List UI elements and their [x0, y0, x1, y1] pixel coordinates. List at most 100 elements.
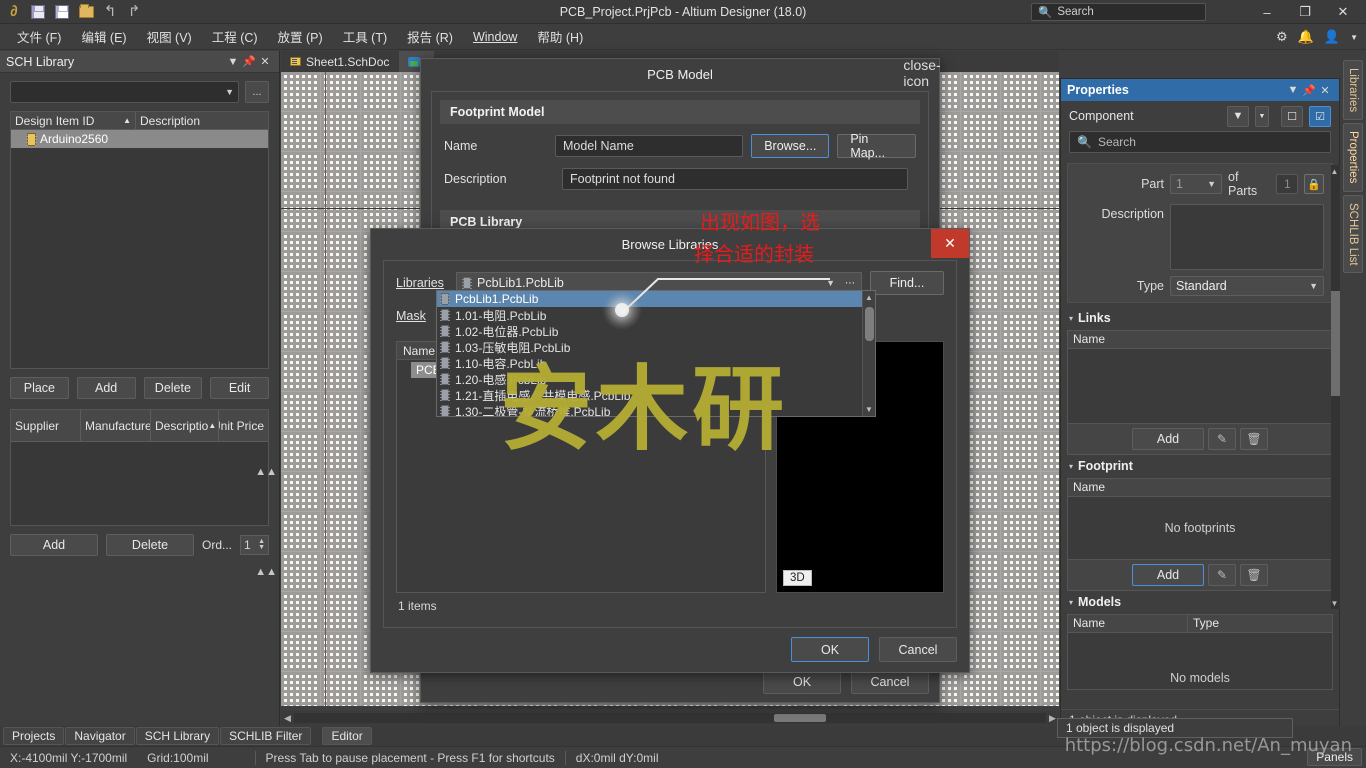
type-select[interactable]: Standard ▼ [1170, 276, 1324, 296]
dropdown-option[interactable]: 1.03-压敏电阻.PcbLib [437, 339, 875, 355]
minimize-button[interactable]: – [1248, 0, 1286, 24]
menu-help[interactable]: 帮助 (H) [528, 24, 592, 49]
edit-button[interactable]: Edit [210, 377, 269, 399]
library-options-button[interactable]: ... [245, 81, 269, 103]
dropdown-option[interactable]: 1.21-直插电感、共模电感.PcbLib [437, 387, 875, 403]
scroll-thumb[interactable] [1331, 291, 1340, 396]
chevron-down-icon[interactable]: ▼ [1285, 82, 1301, 98]
menu-place[interactable]: 放置 (P) [269, 24, 332, 49]
menu-window[interactable]: Window [464, 27, 526, 47]
library-filter-combo[interactable]: ▼ [10, 81, 239, 103]
scroll-down-icon[interactable]: ▼ [863, 403, 875, 416]
panel-tab-editor[interactable]: Editor [322, 727, 372, 745]
column-description[interactable]: Descriptio ▲ [151, 410, 219, 441]
column-name[interactable]: Name [1068, 479, 1332, 496]
close-icon[interactable]: ✕ [931, 229, 969, 258]
footprint-name-input[interactable]: Model Name [554, 135, 744, 157]
scroll-up-icon[interactable]: ▲ [863, 291, 875, 304]
column-supplier[interactable]: Supplier [11, 410, 81, 441]
chevron-down-icon[interactable]: ▼ [225, 54, 241, 70]
menu-file[interactable]: 文件 (F) [8, 24, 70, 49]
lock-icon[interactable]: 🔒 [1304, 174, 1324, 194]
column-unit-price[interactable]: Unit Price [219, 410, 268, 441]
panel-tab-schlib-filter[interactable]: SCHLIB Filter [220, 727, 312, 745]
user-icon[interactable]: 👤 [1324, 29, 1340, 45]
table-row[interactable]: Arduino2560 [11, 130, 268, 148]
properties-vertical-scrollbar[interactable] [1331, 165, 1340, 609]
collapse-icon[interactable]: ▲▲ [255, 466, 277, 478]
dropdown-option[interactable]: 1.01-电阻.PcbLib [437, 307, 875, 323]
footprint-description-input[interactable]: Footprint not found [562, 168, 908, 190]
menu-project[interactable]: 工程 (C) [203, 24, 267, 49]
place-button[interactable]: Place [10, 377, 69, 399]
dropdown-option[interactable]: PcbLib1.PcbLib [437, 291, 875, 307]
browse-cancel-button[interactable]: Cancel [879, 637, 957, 662]
footprint-section-title[interactable]: ▾ Footprint [1069, 459, 1333, 473]
links-section-title[interactable]: ▾ Links [1069, 311, 1333, 325]
models-section-title[interactable]: ▾ Models [1069, 595, 1333, 609]
global-search-input[interactable]: 🔍 Search [1031, 3, 1206, 21]
maximize-button[interactable]: ❐ [1286, 0, 1324, 24]
column-type[interactable]: Type [1188, 615, 1332, 632]
canvas-horizontal-scrollbar[interactable]: ◀ ▶ [281, 711, 1059, 725]
tab-sheet1-schdoc[interactable]: Sheet1.SchDoc [281, 51, 399, 72]
dropdown-option[interactable]: 1.10-电容.PcbLib [437, 355, 875, 371]
toggle-3d-button[interactable]: 3D [783, 570, 812, 586]
funnel-icon[interactable]: ▼ [1227, 105, 1249, 127]
pin-map-button[interactable]: Pin Map... [837, 132, 916, 160]
pin-icon[interactable]: 📌 [241, 54, 257, 70]
pin-icon[interactable]: 📌 [1301, 82, 1317, 98]
supplier-delete-button[interactable]: Delete [106, 534, 194, 556]
menu-reports[interactable]: 报告 (R) [398, 24, 462, 49]
gear-icon[interactable]: ⚙ [1276, 29, 1288, 45]
redo-icon[interactable]: ↱ [124, 2, 144, 22]
dropdown-option[interactable]: 1.02-电位器.PcbLib [437, 323, 875, 339]
column-name[interactable]: Name [1068, 331, 1332, 348]
panels-button[interactable]: Panels [1307, 748, 1362, 766]
pcb-model-cancel-button[interactable]: Cancel [851, 670, 929, 694]
browse-button[interactable]: Browse... [751, 134, 830, 158]
order-quantity-stepper[interactable]: 1 ▲ ▼ [240, 535, 269, 555]
column-name[interactable]: Name [1068, 615, 1188, 632]
properties-search-input[interactable]: 🔍 Search [1069, 131, 1331, 153]
menu-tools[interactable]: 工具 (T) [334, 24, 396, 49]
close-button[interactable]: ✕ [1324, 0, 1362, 24]
find-button[interactable]: Find... [870, 271, 944, 295]
close-icon[interactable]: ✕ [257, 54, 273, 70]
delete-button[interactable]: Delete [143, 377, 203, 399]
pencil-icon[interactable]: ✎ [1208, 428, 1236, 450]
dropdown-option[interactable]: 1.30-二极管-整流桥堆.PcbLib [437, 403, 875, 416]
trash-icon[interactable]: 🗑 [1240, 428, 1268, 450]
scroll-track[interactable] [294, 713, 1046, 723]
column-manufacturer[interactable]: Manufacture [81, 410, 151, 441]
column-description[interactable]: Description [136, 112, 268, 129]
menu-view[interactable]: 视图 (V) [138, 24, 201, 49]
dropdown-option[interactable]: 1.20-电感.PcbLib [437, 371, 875, 387]
open-folder-icon[interactable] [76, 2, 96, 22]
libraries-ellipsis-icon[interactable]: ⋯ [845, 278, 855, 289]
vtab-properties[interactable]: Properties [1343, 123, 1363, 192]
select-all-icon[interactable]: ☐ [1281, 105, 1303, 127]
libraries-dropdown-list[interactable]: PcbLib1.PcbLib 1.01-电阻.PcbLib 1.02-电位器.P… [436, 290, 876, 417]
bell-icon[interactable]: 🔔 [1298, 29, 1314, 45]
chevron-down-icon[interactable]: ▼ [1350, 33, 1358, 42]
close-icon[interactable]: close-icon [903, 57, 940, 89]
vtab-libraries[interactable]: Libraries [1343, 60, 1363, 121]
menu-edit[interactable]: 编辑 (E) [72, 24, 135, 49]
vtab-schlib-list[interactable]: SCHLIB List [1343, 194, 1363, 274]
scroll-thumb[interactable] [865, 307, 874, 341]
trash-icon[interactable]: 🗑 [1240, 564, 1268, 586]
add-button[interactable]: Add [76, 377, 136, 399]
description-field[interactable] [1170, 204, 1324, 270]
collapse-icon-2[interactable]: ▲▲ [255, 566, 277, 578]
dropdown-scrollbar[interactable]: ▲ ▼ [862, 291, 875, 416]
panel-tab-sch-library[interactable]: SCH Library [135, 727, 220, 745]
part-select[interactable]: 1 ▼ [1170, 174, 1222, 194]
funnel-dropdown-icon[interactable]: ▼ [1255, 105, 1269, 127]
pcb-model-ok-button[interactable]: OK [763, 670, 841, 694]
column-design-item-id[interactable]: Design Item ID ▲ [11, 112, 136, 129]
browse-ok-button[interactable]: OK [791, 637, 869, 662]
scroll-thumb[interactable] [774, 714, 826, 722]
save-icon[interactable] [28, 2, 48, 22]
close-icon[interactable]: ✕ [1317, 82, 1333, 98]
